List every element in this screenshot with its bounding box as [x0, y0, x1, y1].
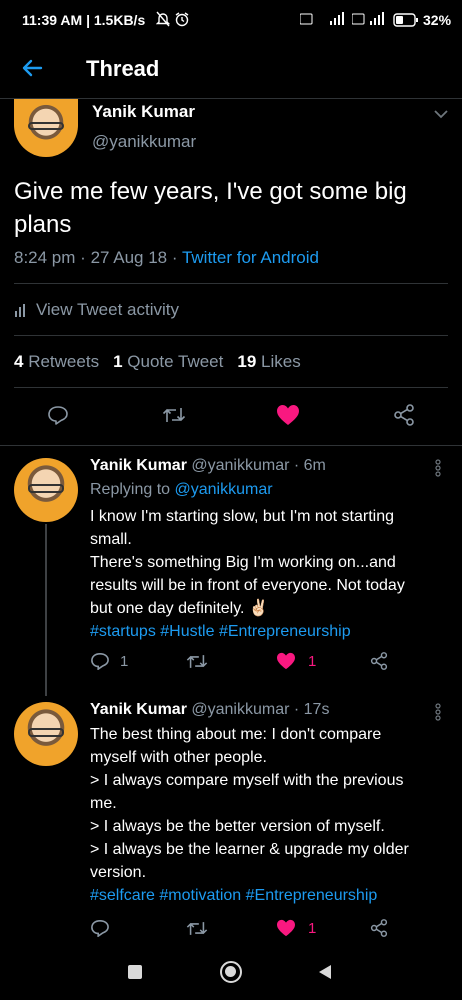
like-action[interactable]: 1	[276, 919, 316, 937]
more-vertical-icon[interactable]	[430, 700, 446, 724]
hashtags[interactable]: #selfcare #motivation #Entrepreneurship	[90, 884, 452, 907]
retweet-icon[interactable]	[186, 653, 208, 670]
reply-action[interactable]: 1	[90, 652, 128, 670]
author-name[interactable]: Yanik Kumar	[92, 102, 195, 122]
page-title: Thread	[86, 56, 160, 81]
avatar[interactable]	[14, 99, 78, 157]
tweet-meta: 8:24 pm · 27 Aug 18 · Twitter for Androi…	[14, 248, 319, 267]
reply-header: Yanik Kumar @yanikkumar · 17s	[90, 701, 329, 719]
status-time: 11:39 AM | 1.5KB/s	[22, 12, 146, 28]
replying-to: Replying to @yanikkumar	[90, 481, 273, 498]
main-tweet: Yanik Kumar @yanikkumar Give me few year…	[0, 99, 462, 445]
home-button[interactable]	[220, 961, 242, 983]
handle-time[interactable]: @yanikkumar · 6m	[191, 457, 326, 474]
mute-icon	[156, 11, 170, 27]
avatar[interactable]	[14, 702, 78, 766]
quotes-stat[interactable]: 1 Quote Tweet	[113, 352, 223, 372]
avatar[interactable]	[14, 458, 78, 522]
like-count: 1	[308, 919, 317, 937]
status-bar: 11:39 AM | 1.5KB/s 32%	[0, 0, 462, 40]
chevron-down-icon[interactable]	[428, 103, 454, 125]
share-icon[interactable]	[370, 652, 388, 670]
like-icon[interactable]	[276, 652, 296, 670]
signal-icon-2	[352, 11, 388, 27]
author-name[interactable]: Yanik Kumar	[90, 457, 187, 474]
like-icon[interactable]	[272, 401, 304, 429]
tweet-text: Give me few years, I've got some big pla…	[14, 178, 407, 238]
battery-icon	[393, 13, 419, 27]
back-button[interactable]	[318, 964, 332, 980]
tweet-time: 8:24 pm	[14, 248, 76, 267]
like-action[interactable]: 1	[276, 652, 316, 670]
reply-icon[interactable]	[90, 919, 110, 937]
alarm-icon	[174, 11, 190, 27]
retweet-icon[interactable]	[186, 920, 208, 937]
reply-count: 1	[120, 652, 129, 670]
reply-header: Yanik Kumar @yanikkumar · 6m	[90, 457, 326, 475]
recents-button[interactable]	[128, 965, 142, 979]
system-nav-bar	[0, 950, 462, 1000]
view-activity-link[interactable]: View Tweet activity	[14, 298, 179, 322]
likes-stat[interactable]: 19 Likes	[237, 352, 300, 372]
analytics-icon	[14, 303, 28, 317]
reply-tweet: Yanik Kumar @yanikkumar · 6m Replying to…	[0, 446, 462, 696]
reply-icon[interactable]	[42, 401, 74, 429]
hashtags[interactable]: #startups #Hustle #Entrepreneurship	[90, 620, 452, 643]
signal-icon	[300, 11, 348, 27]
view-activity-label: View Tweet activity	[36, 300, 179, 319]
reply-icon[interactable]	[90, 652, 110, 670]
top-app-bar: Thread	[0, 40, 462, 98]
author-handle[interactable]: @yanikkumar	[92, 132, 196, 152]
tweet-source-link[interactable]: Twitter for Android	[182, 248, 319, 267]
reply-tweet: Yanik Kumar @yanikkumar · 17s The best t…	[0, 690, 462, 950]
retweets-stat[interactable]: 4 Retweets	[14, 352, 99, 372]
like-count: 1	[308, 652, 317, 670]
replying-to-handle[interactable]: @yanikkumar	[175, 481, 273, 498]
author-name[interactable]: Yanik Kumar	[90, 701, 187, 718]
battery-percent: 32%	[423, 12, 452, 28]
handle-time[interactable]: @yanikkumar · 17s	[191, 701, 329, 718]
engagement-stats: 4 Retweets 1 Quote Tweet 19 Likes	[14, 352, 301, 372]
more-vertical-icon[interactable]	[430, 456, 446, 480]
reply-text: The best thing about me: I don't compare…	[90, 723, 452, 907]
share-icon[interactable]	[388, 401, 420, 429]
share-icon[interactable]	[370, 919, 388, 937]
retweet-icon[interactable]	[158, 401, 190, 429]
tweet-date: 27 Aug 18	[90, 248, 168, 267]
thread-connector	[45, 524, 47, 696]
reply-text: I know I'm starting slow, but I'm not st…	[90, 505, 452, 643]
like-icon[interactable]	[276, 919, 296, 937]
back-arrow-icon[interactable]	[14, 53, 50, 83]
